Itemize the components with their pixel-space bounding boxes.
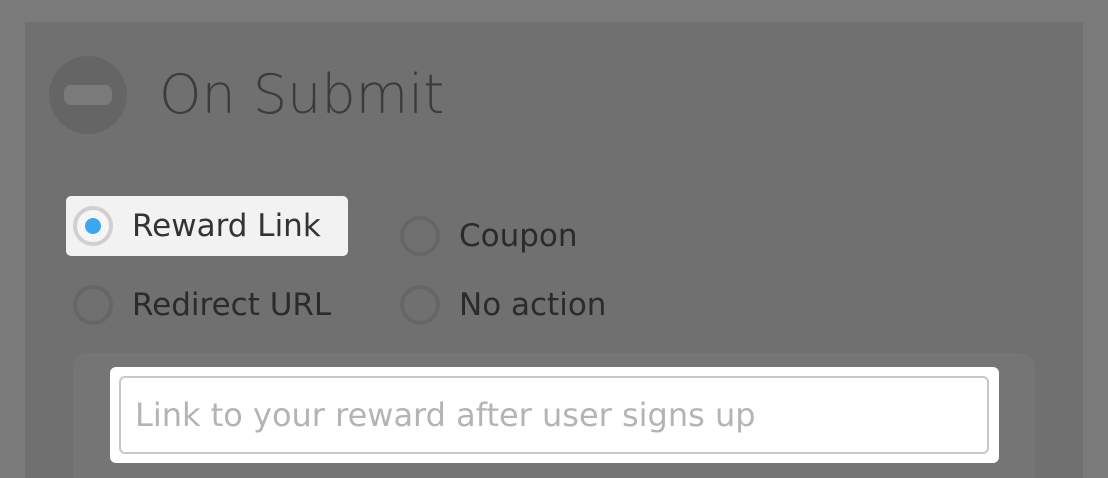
option-redirect-url[interactable]: Redirect URL: [66, 275, 355, 335]
radio-coupon[interactable]: [400, 216, 440, 256]
minus-circle-icon: [64, 85, 112, 105]
option-coupon[interactable]: Coupon: [393, 206, 602, 266]
reward-link-input-wrapper: [110, 367, 999, 463]
radio-selected-dot: [85, 218, 101, 234]
option-label-reward-link: Reward Link: [132, 208, 321, 244]
option-label-redirect-url: Redirect URL: [132, 287, 332, 323]
radio-no-action[interactable]: [400, 285, 440, 325]
radio-reward-link[interactable]: [73, 206, 113, 246]
page: On Submit Reward Link Coupon Redirect UR…: [0, 0, 1108, 478]
option-label-coupon: Coupon: [459, 218, 578, 254]
radio-redirect-url[interactable]: [73, 285, 113, 325]
collapse-button[interactable]: [49, 56, 127, 134]
option-reward-link[interactable]: Reward Link: [66, 196, 348, 256]
reward-link-input[interactable]: [119, 376, 989, 454]
section-title: On Submit: [159, 63, 445, 126]
option-label-no-action: No action: [459, 287, 607, 323]
option-no-action[interactable]: No action: [393, 275, 630, 335]
